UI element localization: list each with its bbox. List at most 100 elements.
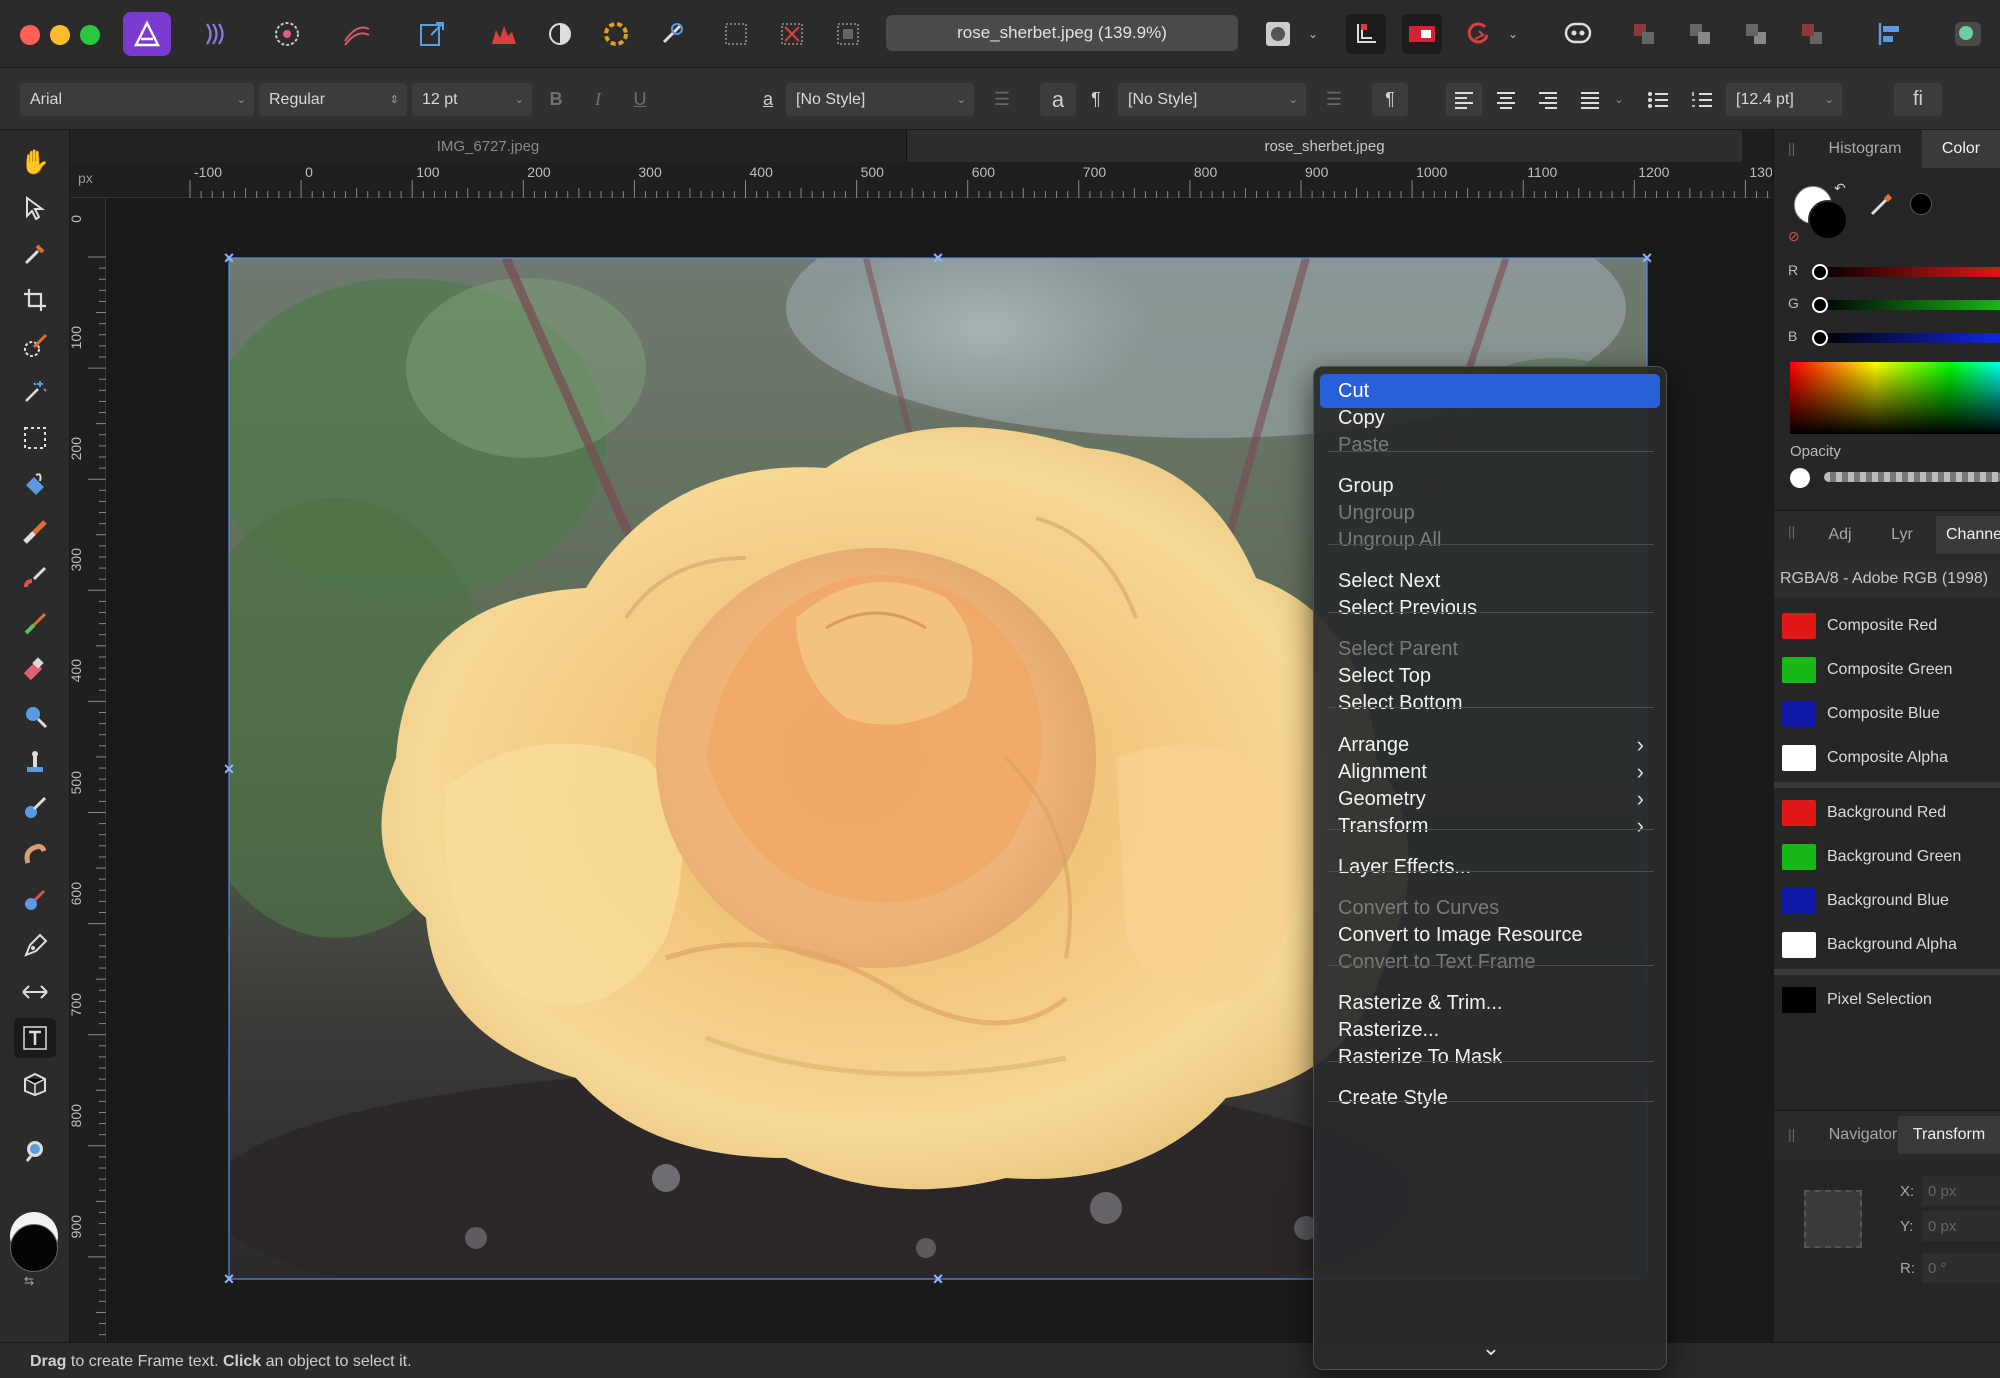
tab-transform[interactable]: Transform bbox=[1898, 1116, 2000, 1154]
opacity-slider[interactable] bbox=[1824, 472, 2000, 482]
paragraph-style-options-icon[interactable]: ☰ bbox=[1316, 83, 1352, 116]
marquee-tool-icon[interactable] bbox=[14, 418, 56, 458]
snapping-icon[interactable] bbox=[1346, 14, 1386, 54]
font-size-field[interactable]: 12 pt ⌄ bbox=[412, 83, 532, 116]
quick-mask-icon[interactable] bbox=[1258, 14, 1298, 54]
font-style-select[interactable]: Regular ⇕ bbox=[259, 83, 407, 116]
pen-tool-icon[interactable] bbox=[14, 926, 56, 966]
anchor-selector[interactable] bbox=[1804, 1190, 1862, 1248]
channel-row-background-green[interactable]: Background Green bbox=[1774, 835, 2000, 879]
auto-white-balance-icon[interactable] bbox=[652, 14, 692, 54]
inpainting-brush-tool-icon[interactable] bbox=[14, 788, 56, 828]
arrange-front-icon[interactable] bbox=[1792, 14, 1832, 54]
secondary-color-swatch[interactable] bbox=[10, 1224, 58, 1272]
crop-tool-icon[interactable] bbox=[14, 280, 56, 320]
color-picker-icon[interactable] bbox=[1868, 188, 1898, 218]
resize-handle-left[interactable]: × bbox=[221, 760, 237, 778]
assistant-manager-icon[interactable] bbox=[1558, 14, 1598, 54]
paragraph-style-select[interactable]: [No Style] ⌄ bbox=[1118, 83, 1306, 116]
menu-item-layer-effects[interactable]: Layer Effects... bbox=[1320, 850, 1660, 884]
auto-colors-icon[interactable] bbox=[596, 14, 636, 54]
swap-fill-stroke-icon[interactable]: ↶ bbox=[1834, 180, 1852, 196]
justify-icon[interactable] bbox=[1572, 83, 1608, 116]
resize-handle-bottom-left[interactable]: × bbox=[221, 1270, 237, 1288]
arrange-forward-icon[interactable] bbox=[1736, 14, 1776, 54]
photo-persona-icon[interactable] bbox=[123, 12, 171, 56]
align-right-icon[interactable] bbox=[1530, 83, 1566, 116]
personas-studio-icon[interactable] bbox=[1948, 14, 1988, 54]
menu-item-select-bottom[interactable]: Select Bottom bbox=[1320, 686, 1660, 720]
channel-row-background-red[interactable]: Background Red bbox=[1774, 791, 2000, 835]
rotation-field[interactable]: 0 ° bbox=[1922, 1253, 2000, 1283]
dodge-tool-icon[interactable] bbox=[14, 696, 56, 736]
zoom-tool-icon[interactable] bbox=[14, 1130, 56, 1170]
tone-mapping-persona-icon[interactable] bbox=[333, 12, 381, 56]
tab-color[interactable]: Color bbox=[1922, 130, 2000, 168]
erase-brush-tool-icon[interactable] bbox=[14, 650, 56, 690]
paragraph-panel-button[interactable]: ¶ bbox=[1372, 83, 1408, 116]
flood-select-tool-icon[interactable] bbox=[14, 372, 56, 412]
invert-selection-icon[interactable] bbox=[828, 14, 868, 54]
liquify-persona-icon[interactable] bbox=[193, 12, 241, 56]
develop-persona-icon[interactable] bbox=[263, 12, 311, 56]
assistant-toggle-icon[interactable] bbox=[1402, 14, 1442, 54]
mesh-warp-tool-icon[interactable] bbox=[14, 972, 56, 1012]
opacity-slider-thumb[interactable] bbox=[1790, 468, 1810, 488]
color-replacement-tool-icon[interactable] bbox=[14, 604, 56, 644]
paragraph-style-glyph-icon[interactable]: a bbox=[1040, 83, 1076, 116]
bulleted-list-icon[interactable] bbox=[1640, 83, 1676, 116]
close-window-button[interactable] bbox=[20, 25, 40, 45]
force-pixel-alignment-icon[interactable] bbox=[1458, 14, 1498, 54]
move-tool-icon[interactable] bbox=[14, 188, 56, 228]
channel-row-pixel-selection[interactable]: Pixel Selection bbox=[1774, 978, 2000, 1022]
auto-contrast-icon[interactable] bbox=[540, 14, 580, 54]
horizontal-ruler[interactable]: -100 0 100 200 300 400 500 600 700 800 900 1000 1100… bbox=[70, 162, 1781, 198]
gradient-tool-icon[interactable] bbox=[14, 512, 56, 552]
red-eye-tool-icon[interactable] bbox=[14, 880, 56, 920]
numbered-list-icon[interactable] bbox=[1684, 83, 1720, 116]
selection-brush-tool-icon[interactable] bbox=[14, 326, 56, 366]
menu-item-create-style[interactable]: Create Style bbox=[1320, 1081, 1660, 1115]
menu-item-select-previous[interactable]: Select Previous bbox=[1320, 591, 1660, 625]
export-persona-icon[interactable] bbox=[408, 12, 456, 56]
menu-item-transform[interactable]: Transform › bbox=[1320, 809, 1660, 843]
selection-mode-icon[interactable] bbox=[716, 14, 756, 54]
color-picker-tool-icon[interactable] bbox=[14, 234, 56, 274]
smudge-tool-icon[interactable] bbox=[14, 834, 56, 874]
green-slider-thumb[interactable] bbox=[1812, 297, 1828, 313]
red-slider-thumb[interactable] bbox=[1812, 264, 1828, 280]
no-color-icon[interactable]: ⊘ bbox=[1788, 228, 1804, 244]
stroke-color-swatch[interactable] bbox=[1808, 200, 1848, 240]
pixel-alignment-dropdown-icon[interactable]: ⌄ bbox=[1502, 14, 1524, 54]
auto-levels-icon[interactable] bbox=[484, 14, 524, 54]
hand-tool-icon[interactable]: ✋ bbox=[14, 142, 56, 182]
resize-handle-top[interactable]: × bbox=[930, 249, 946, 267]
swap-colors-icon[interactable]: ⇆ bbox=[24, 1274, 44, 1288]
channel-row-composite-blue[interactable]: Composite Blue bbox=[1774, 692, 2000, 736]
bold-button[interactable]: B bbox=[538, 83, 574, 116]
vector-crop-tool-icon[interactable] bbox=[14, 1064, 56, 1104]
justify-dropdown-icon[interactable]: ⌄ bbox=[1610, 83, 1628, 116]
x-field[interactable]: 0 px bbox=[1922, 1176, 2000, 1206]
y-field[interactable]: 0 px bbox=[1922, 1211, 2000, 1241]
resize-handle-top-left[interactable]: × bbox=[221, 249, 237, 267]
tab-layers[interactable]: Lyr bbox=[1870, 516, 1934, 554]
blue-slider-thumb[interactable] bbox=[1812, 330, 1828, 346]
arrange-back-icon[interactable] bbox=[1624, 14, 1664, 54]
resize-handle-top-right[interactable]: × bbox=[1639, 249, 1655, 267]
channel-row-composite-red[interactable]: Composite Red bbox=[1774, 604, 2000, 648]
align-left-icon[interactable] bbox=[1446, 83, 1482, 116]
font-family-select[interactable]: Arial ⌄ bbox=[20, 83, 254, 116]
text-tool-icon[interactable] bbox=[14, 1018, 56, 1058]
clone-brush-tool-icon[interactable] bbox=[14, 742, 56, 782]
channel-row-background-alpha[interactable]: Background Alpha bbox=[1774, 923, 2000, 967]
typography-button[interactable]: fi bbox=[1894, 83, 1942, 116]
arrange-backward-icon[interactable] bbox=[1680, 14, 1720, 54]
vertical-ruler[interactable]: 0 100 200 300 400 500 600 700 800 900 bbox=[68, 198, 106, 1342]
tab-channels[interactable]: Channe bbox=[1936, 516, 2000, 554]
picked-color-swatch[interactable] bbox=[1910, 193, 1932, 215]
menu-scroll-down-icon[interactable]: ⌄ bbox=[1314, 1335, 1668, 1361]
red-slider[interactable] bbox=[1818, 267, 2000, 277]
minimize-window-button[interactable] bbox=[50, 25, 70, 45]
character-style-options-icon[interactable]: ☰ bbox=[984, 83, 1020, 116]
